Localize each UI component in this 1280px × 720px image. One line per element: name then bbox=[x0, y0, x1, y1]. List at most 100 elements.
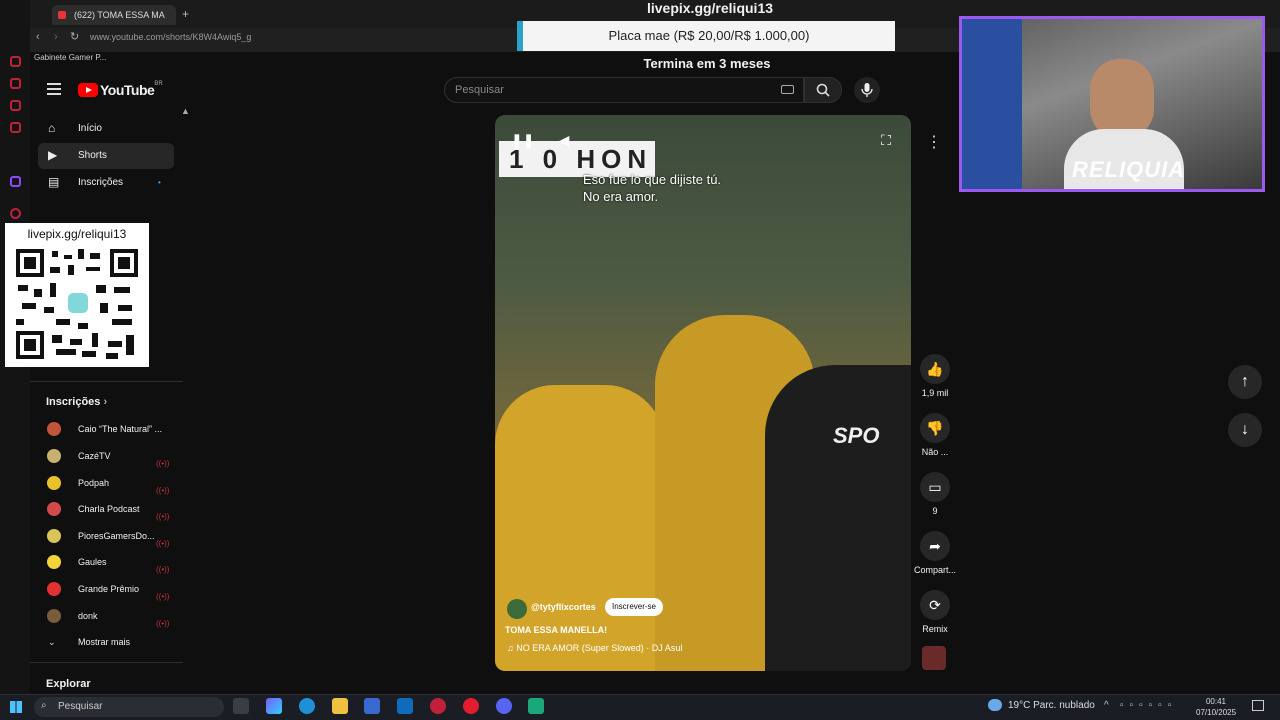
next-short-button[interactable]: ↓ bbox=[1228, 413, 1262, 447]
rail-app-icon[interactable] bbox=[10, 122, 21, 133]
keyboard-icon[interactable] bbox=[781, 85, 794, 94]
channel-name[interactable]: @tytyflixcortes bbox=[531, 602, 596, 612]
sidebar-channel[interactable]: Podpah ((•)) bbox=[38, 470, 174, 496]
goal-deadline: Termina em 3 meses bbox=[643, 56, 771, 71]
sidebar-item-shorts[interactable]: ▶ Shorts bbox=[38, 143, 174, 169]
comments-button[interactable]: ▭ 9 bbox=[914, 472, 956, 516]
rail-app-icon[interactable] bbox=[10, 100, 21, 111]
volume-icon[interactable]: ◀ bbox=[553, 129, 575, 151]
outlook-icon[interactable] bbox=[397, 698, 413, 714]
sidebar-item-subscriptions[interactable]: ▤ Inscrições • bbox=[38, 170, 174, 196]
store-icon[interactable] bbox=[364, 698, 380, 714]
discord-icon[interactable] bbox=[496, 698, 512, 714]
scroll-up-icon[interactable]: ▲ bbox=[181, 106, 190, 116]
rail-app-icon[interactable] bbox=[10, 208, 21, 219]
tray-chevron-icon[interactable]: ^ bbox=[1104, 700, 1109, 711]
new-tab-button[interactable]: + bbox=[182, 7, 189, 21]
search-button[interactable] bbox=[804, 77, 842, 103]
arrow-down-icon: ↓ bbox=[1241, 421, 1249, 438]
show-more-button[interactable]: ⌄ Mostrar mais bbox=[38, 629, 174, 655]
remix-button[interactable]: ⟳ Remix bbox=[914, 590, 956, 634]
sidebar-channel[interactable]: Charla Podcast ((•)) bbox=[38, 496, 174, 522]
like-button[interactable]: 👍 1,9 mil bbox=[914, 354, 956, 398]
sidebar-item-home[interactable]: ⌂ Início bbox=[38, 116, 174, 142]
weather-widget[interactable]: 19°C Parc. nublado bbox=[1008, 700, 1095, 711]
avatar bbox=[47, 422, 61, 436]
divider bbox=[30, 662, 183, 663]
video-title: TOMA ESSA MANELLA! bbox=[505, 625, 608, 635]
search-input[interactable]: Pesquisar bbox=[444, 77, 804, 103]
shorts-video-player[interactable]: SPO 1 0 HON Eso fue lo que dijiste tú. N… bbox=[495, 115, 911, 671]
subtitle-caption: Eso fue lo que dijiste tú. No era amor. bbox=[583, 172, 722, 204]
twitch-icon[interactable] bbox=[10, 176, 21, 187]
thumbs-down-icon: 👎 bbox=[920, 413, 950, 443]
clock[interactable]: 00:41 07/10/2025 bbox=[1196, 696, 1236, 718]
menu-icon[interactable] bbox=[47, 83, 61, 95]
dislike-button[interactable]: 👎 Não ... bbox=[914, 413, 956, 457]
sidebar-channel[interactable]: CazéTV ((•)) bbox=[38, 443, 174, 469]
sound-thumbnail[interactable] bbox=[922, 646, 946, 670]
notification-icon[interactable] bbox=[1252, 700, 1264, 711]
shorts-icon: ▶ bbox=[48, 148, 58, 162]
music-info[interactable]: ♫ NO ERA AMOR (Super Slowed) · DJ Asul bbox=[507, 643, 682, 653]
live-indicator-icon: ((•)) bbox=[156, 565, 170, 574]
opera-icon[interactable] bbox=[430, 698, 446, 714]
sidebar-channel[interactable]: donk ((•)) bbox=[38, 603, 174, 629]
voice-search-button[interactable] bbox=[854, 77, 880, 103]
file-explorer-icon[interactable] bbox=[332, 698, 348, 714]
donation-goal-bar: Placa mae (R$ 20,00/R$ 1.000,00) bbox=[517, 21, 895, 51]
jersey-text: SPO bbox=[833, 423, 880, 448]
avatar bbox=[47, 609, 61, 623]
webcam-overlay: RELIQUIA bbox=[959, 16, 1265, 192]
live-indicator-icon: ((•)) bbox=[156, 539, 170, 548]
live-indicator-icon: ((•)) bbox=[156, 592, 170, 601]
channel-avatar[interactable] bbox=[507, 599, 527, 619]
browser-tab[interactable]: (622) TOMA ESSA MA bbox=[52, 5, 176, 25]
sidebar-channel[interactable]: Gaules ((•)) bbox=[38, 549, 174, 575]
subscriptions-header[interactable]: Inscrições › bbox=[46, 396, 107, 408]
reload-icon[interactable]: ↻ bbox=[70, 30, 79, 43]
music-note-icon: ♫ bbox=[507, 643, 517, 653]
avatar bbox=[47, 502, 61, 516]
task-view-icon[interactable] bbox=[233, 698, 249, 714]
chevron-down-icon: ⌄ bbox=[48, 637, 56, 647]
app-icon[interactable] bbox=[463, 698, 479, 714]
rail-app-icon[interactable] bbox=[10, 78, 21, 89]
youtube-logo[interactable]: YouTubeBR bbox=[78, 81, 163, 99]
app-icon[interactable] bbox=[528, 698, 544, 714]
edge-icon[interactable] bbox=[299, 698, 315, 714]
weather-icon bbox=[988, 699, 1002, 711]
sidebar-channel[interactable]: Caio “The Natural” ... bbox=[38, 416, 174, 442]
search-icon bbox=[816, 83, 830, 97]
more-options-icon[interactable]: ⋮ bbox=[926, 132, 942, 152]
livepix-qr-overlay: livepix.gg/reliqui13 bbox=[5, 223, 149, 367]
subscriptions-icon: ▤ bbox=[48, 175, 60, 189]
copilot-icon[interactable] bbox=[266, 698, 282, 714]
forward-icon[interactable]: › bbox=[54, 31, 58, 43]
address-bar[interactable]: www.youtube.com/shorts/K8W4Awiq5_g bbox=[90, 29, 490, 45]
back-icon[interactable]: ‹ bbox=[36, 31, 40, 43]
live-tab-icon bbox=[58, 11, 66, 19]
player-shape bbox=[765, 365, 911, 671]
fullscreen-icon[interactable]: ⛶ bbox=[875, 129, 897, 151]
streamer-face-shape bbox=[1090, 59, 1154, 139]
divider bbox=[30, 381, 183, 382]
youtube-play-icon bbox=[78, 82, 98, 97]
pause-icon[interactable]: ❚❚ bbox=[511, 129, 534, 151]
thumbs-up-icon: 👍 bbox=[920, 354, 950, 384]
bookmark-item[interactable]: Gabinete Gamer P... bbox=[34, 53, 106, 62]
arrow-up-icon: ↑ bbox=[1241, 373, 1249, 390]
browser-tab-title: (622) TOMA ESSA MA bbox=[74, 10, 165, 20]
taskbar-search-input[interactable]: Pesquisar bbox=[34, 697, 224, 717]
sidebar-channel[interactable]: PioresGamersDo... ((•)) bbox=[38, 523, 174, 549]
share-button[interactable]: ➦ Compart... bbox=[914, 531, 956, 575]
avatar bbox=[47, 529, 61, 543]
explore-header: Explorar bbox=[46, 678, 91, 690]
sidebar-channel[interactable]: Grande Prêmio ((•)) bbox=[38, 576, 174, 602]
previous-short-button[interactable]: ↑ bbox=[1228, 365, 1262, 399]
subscribe-button[interactable]: Inscrever-se bbox=[605, 598, 663, 616]
new-content-dot: • bbox=[158, 178, 161, 187]
system-tray-icons[interactable]: ▫▫▫▫▫▫ bbox=[1120, 700, 1177, 711]
rail-app-icon[interactable] bbox=[10, 56, 21, 67]
windows-start-icon[interactable] bbox=[10, 701, 22, 713]
